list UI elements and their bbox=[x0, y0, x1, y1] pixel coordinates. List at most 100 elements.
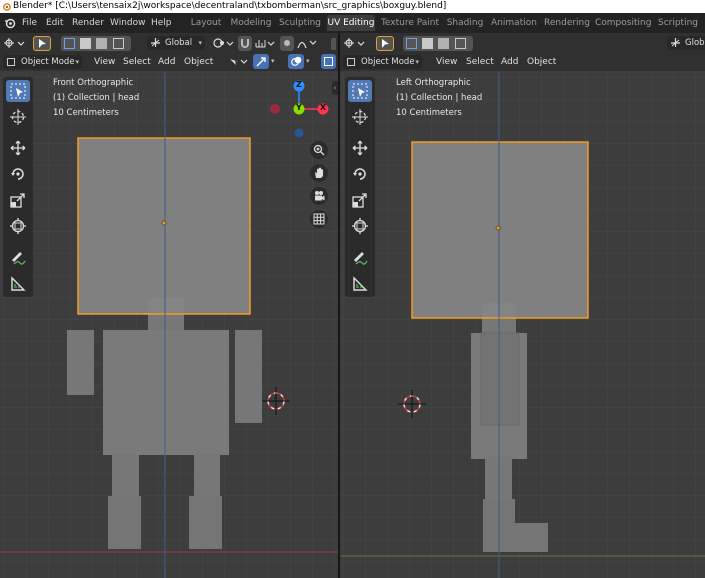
transform-orientation-dropdown[interactable]: Globa bbox=[667, 36, 705, 50]
top-bar: File Edit Render Window Help Layout Mode… bbox=[0, 13, 705, 33]
tool-measure[interactable] bbox=[6, 273, 30, 295]
xray-toggle-button[interactable] bbox=[321, 54, 336, 69]
left-viewport-header: Object Mode ▾ View Select Add Object ▾ ▾ bbox=[0, 53, 338, 71]
right-mode-dropdown[interactable]: Object Mode ▾ bbox=[343, 55, 422, 69]
cursor-arrow-icon bbox=[382, 39, 389, 48]
right-viewport-header: Object Mode ▾ View Select Add Object bbox=[340, 53, 705, 71]
right-menu-add[interactable]: Add bbox=[501, 55, 518, 69]
select-subtract-icon[interactable] bbox=[438, 38, 449, 49]
menu-file[interactable]: File bbox=[22, 13, 37, 33]
menu-window[interactable]: Window bbox=[110, 13, 146, 33]
sidebar-toggle-icon[interactable]: ‹ bbox=[332, 81, 338, 95]
gizmo-dropdown-chevron-icon[interactable]: ▾ bbox=[271, 57, 275, 65]
select-extend-icon[interactable] bbox=[422, 38, 433, 49]
tab-animation[interactable]: Animation bbox=[489, 15, 539, 31]
proportional-edit-button[interactable] bbox=[280, 36, 294, 51]
tab-shading[interactable]: Shading bbox=[445, 15, 485, 31]
menu-help[interactable]: Help bbox=[151, 13, 172, 33]
tool-transform[interactable] bbox=[348, 215, 372, 237]
select-tool-button[interactable] bbox=[376, 36, 394, 51]
select-tool-button[interactable] bbox=[33, 36, 51, 51]
tool-rotate[interactable] bbox=[348, 163, 372, 185]
select-invert-icon[interactable] bbox=[113, 38, 124, 49]
tool-cursor[interactable] bbox=[6, 106, 30, 128]
right-viewport[interactable]: Left Orthographic (1) Collection | head … bbox=[340, 71, 705, 578]
pan-button[interactable] bbox=[310, 164, 328, 182]
tab-texture-paint[interactable]: Texture Paint bbox=[379, 15, 441, 31]
right-tool-shelf bbox=[345, 77, 375, 297]
camera-view-button[interactable] bbox=[310, 187, 328, 205]
menu-render[interactable]: Render bbox=[72, 13, 104, 33]
object-mode-icon bbox=[7, 58, 15, 66]
tool-rotate[interactable] bbox=[6, 163, 30, 185]
left-menu-add[interactable]: Add bbox=[158, 55, 175, 69]
cursor-tool-icon bbox=[352, 109, 368, 125]
zoom-button[interactable] bbox=[310, 141, 328, 159]
tool-move[interactable] bbox=[348, 137, 372, 159]
tool-cursor[interactable] bbox=[348, 106, 372, 128]
header-overflow-handle[interactable] bbox=[331, 38, 336, 50]
tab-sculpting[interactable]: Sculpting bbox=[278, 15, 322, 31]
tool-scale[interactable] bbox=[348, 189, 372, 211]
blender-menu-icon[interactable] bbox=[4, 17, 16, 29]
window-title-bar: Blender* [C:\Users\tensaix2j\workspace\d… bbox=[0, 0, 705, 13]
tab-uv-editing[interactable]: UV Editing bbox=[327, 15, 375, 31]
gizmo-toggle-button[interactable] bbox=[253, 54, 269, 69]
select-subtract-icon[interactable] bbox=[96, 38, 107, 49]
right-viewport-canvas bbox=[340, 71, 705, 578]
left-collection-info: (1) Collection | head bbox=[53, 93, 140, 103]
select-new-icon[interactable] bbox=[406, 38, 417, 49]
right-scale-info: 10 Centimeters bbox=[396, 108, 462, 118]
tab-compositing[interactable]: Compositing bbox=[595, 15, 651, 31]
chevron-down-icon: ▾ bbox=[198, 39, 202, 47]
chevron-down-icon: ▾ bbox=[75, 58, 79, 66]
left-menu-view[interactable]: View bbox=[94, 55, 115, 69]
head-mesh-selected bbox=[77, 137, 251, 315]
right-menu-select[interactable]: Select bbox=[466, 55, 494, 69]
select-extend-icon[interactable] bbox=[80, 38, 91, 49]
scale-icon bbox=[352, 193, 367, 208]
tool-annotate[interactable] bbox=[6, 247, 30, 269]
right-menu-view[interactable]: View bbox=[436, 55, 457, 69]
tool-select-box[interactable] bbox=[6, 80, 30, 102]
menu-edit[interactable]: Edit bbox=[46, 13, 63, 33]
tab-modeling[interactable]: Modeling bbox=[229, 15, 273, 31]
tab-layout[interactable]: Layout bbox=[186, 15, 226, 31]
overlay-dropdown-chevron-icon[interactable]: ▾ bbox=[306, 57, 310, 65]
annotate-pencil-icon bbox=[354, 252, 368, 265]
tool-transform[interactable] bbox=[6, 215, 30, 237]
left-mode-dropdown[interactable]: Object Mode ▾ bbox=[3, 55, 82, 69]
transform-icon bbox=[10, 218, 26, 234]
object-mode-icon bbox=[347, 58, 355, 66]
navigation-gizmo[interactable]: Z Y X bbox=[268, 76, 332, 146]
right-foot-mesh bbox=[189, 496, 222, 549]
torso-mesh bbox=[103, 330, 229, 455]
tool-move[interactable] bbox=[6, 137, 30, 159]
perspective-toggle-button[interactable] bbox=[310, 210, 328, 228]
editor-type-icon[interactable] bbox=[4, 37, 26, 49]
snap-increment-icon[interactable] bbox=[255, 38, 275, 49]
proportional-dot-icon bbox=[284, 40, 290, 46]
snap-toggle-button[interactable] bbox=[238, 36, 252, 51]
tab-scripting[interactable]: Scripting bbox=[655, 15, 701, 31]
falloff-curve-icon[interactable] bbox=[297, 37, 317, 49]
tab-rendering[interactable]: Rendering bbox=[543, 15, 591, 31]
selection-mode-group bbox=[403, 36, 473, 51]
tool-measure[interactable] bbox=[348, 273, 372, 295]
selectability-visibility-icon[interactable] bbox=[228, 56, 248, 68]
left-menu-select[interactable]: Select bbox=[123, 55, 151, 69]
pivot-point-icon[interactable] bbox=[212, 37, 234, 49]
right-menu-object[interactable]: Object bbox=[527, 55, 556, 69]
left-viewport[interactable]: Front Orthographic (1) Collection | head… bbox=[0, 71, 338, 578]
origin-dot bbox=[161, 220, 167, 226]
tool-scale[interactable] bbox=[6, 189, 30, 211]
select-invert-icon[interactable] bbox=[455, 38, 466, 49]
editor-type-icon[interactable] bbox=[344, 37, 366, 49]
left-menu-object[interactable]: Object bbox=[184, 55, 213, 69]
tool-select-box[interactable] bbox=[348, 80, 372, 102]
overlay-toggle-button[interactable] bbox=[288, 54, 304, 69]
select-new-icon[interactable] bbox=[64, 38, 75, 49]
transform-orientation-dropdown[interactable]: Global ▾ bbox=[147, 36, 205, 50]
left-scale-info: 10 Centimeters bbox=[53, 108, 119, 118]
tool-annotate[interactable] bbox=[348, 247, 372, 269]
